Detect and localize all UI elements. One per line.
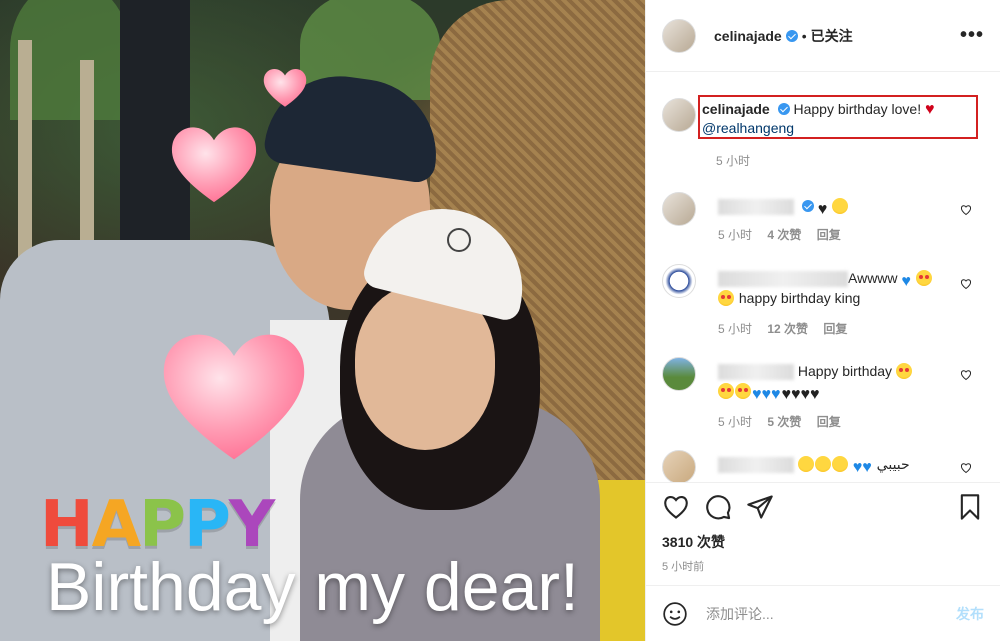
star-eyes-emoji-icon: [895, 363, 912, 379]
emoji-icon: [831, 456, 848, 472]
blurred-username: [718, 364, 794, 381]
blue-heart-icon: ♥♥: [852, 459, 872, 476]
reply-button[interactable]: 回复: [823, 322, 847, 336]
comment-time[interactable]: 5 小时: [718, 415, 752, 429]
like-comment-icon[interactable]: [960, 204, 972, 216]
separator-dot: •: [801, 27, 807, 44]
like-comment-icon[interactable]: [960, 462, 972, 474]
comment-meta: 5 小时 4 次赞 回复: [718, 226, 853, 243]
avatar[interactable]: [662, 357, 696, 391]
comment-text: ♥: [718, 196, 954, 218]
avatar[interactable]: [662, 264, 696, 298]
comment-body: Awwww: [848, 270, 898, 286]
heart-sticker: [262, 66, 308, 108]
bookmark-icon[interactable]: [956, 493, 984, 521]
comment-meta: 5 小时 12 次赞 回复: [718, 320, 859, 337]
comment-item: Awwww ♥ happy birthday king 5 小时 12 次赞 回…: [662, 264, 984, 336]
caption-username[interactable]: celinajade: [702, 101, 770, 117]
comment-likes[interactable]: 4 次赞: [767, 228, 801, 242]
mention-link[interactable]: @realhangeng: [702, 120, 794, 136]
heart-sticker: [168, 122, 260, 204]
heart-sticker: [158, 325, 310, 463]
birthday-text: Birthday my dear!: [46, 549, 579, 625]
star-eyes-emoji-icon: [718, 290, 734, 306]
comment-likes[interactable]: 12 次赞: [767, 322, 808, 336]
star-eyes-emoji-icon: [915, 270, 932, 286]
caption: celinajade Happy birthday love! ♥ @realh…: [702, 100, 972, 138]
comment-bubble-icon[interactable]: [704, 493, 732, 521]
header-username[interactable]: celinajade: [714, 28, 782, 44]
comment-text: Awwww ♥ happy birthday king: [718, 268, 954, 308]
avatar[interactable]: [662, 192, 696, 226]
blue-heart-icon: ♥♥♥: [752, 386, 781, 403]
palm-trunk: [18, 40, 32, 260]
caption-text: Happy birthday love!: [793, 101, 922, 117]
star-eyes-emoji-icon: [735, 383, 751, 399]
star-eyes-emoji-icon: [718, 383, 734, 399]
post-comment-button[interactable]: 发布: [956, 604, 984, 624]
post-time[interactable]: 5 小时前: [662, 558, 704, 574]
blurred-username: [718, 199, 794, 216]
reply-button[interactable]: 回复: [817, 228, 841, 242]
follow-button[interactable]: 已关注: [811, 26, 853, 46]
post-header: celinajade • 已关注 •••: [646, 0, 1000, 72]
black-heart-icon: ♥♥♥♥: [781, 386, 820, 403]
red-heart-icon: ♥: [925, 101, 935, 118]
comment-item: ♥♥ حبيبي: [662, 450, 984, 482]
comment-item: ♥ 5 小时 4 次赞 回复: [662, 192, 984, 252]
emoji-smile-icon[interactable]: [662, 601, 688, 627]
share-send-icon[interactable]: [746, 493, 774, 521]
more-options-icon[interactable]: •••: [960, 24, 984, 47]
comment-text: ♥♥ حبيبي: [718, 454, 954, 476]
verified-badge-icon: [785, 29, 798, 42]
emoji-icon: [797, 456, 814, 472]
add-comment-bar: 添加评论... 发布: [646, 585, 1000, 641]
avatar[interactable]: [662, 98, 696, 132]
black-heart-icon: ♥: [817, 201, 828, 218]
blue-heart-icon: ♥: [901, 273, 911, 290]
blurred-username: [718, 457, 794, 474]
comment-meta: 5 小时 5 次赞 回复: [718, 413, 853, 430]
comment-body: Happy birthday: [797, 363, 893, 379]
post-side-panel: celinajade • 已关注 ••• celinajade Happy bi…: [645, 0, 1000, 641]
avatar[interactable]: [662, 18, 696, 53]
comment-text: Happy birthday ♥♥♥♥♥♥♥: [718, 361, 954, 403]
post-actions: [646, 482, 1000, 530]
post-photo[interactable]: HAPPY Birthday my dear!: [0, 0, 645, 641]
comment-likes[interactable]: 5 次赞: [767, 415, 801, 429]
comment-body-line2: happy birthday king: [738, 290, 861, 306]
avatar[interactable]: [662, 450, 696, 482]
comment-body: حبيبي: [876, 456, 910, 472]
verified-badge-icon: [777, 103, 790, 115]
blurred-username: [718, 271, 848, 288]
like-comment-icon[interactable]: [960, 369, 972, 381]
like-comment-icon[interactable]: [960, 278, 972, 290]
comment-input[interactable]: 添加评论...: [706, 604, 774, 624]
reply-button[interactable]: 回复: [817, 415, 841, 429]
comments-list[interactable]: celinajade Happy birthday love! ♥ @realh…: [646, 72, 1000, 482]
caption-time[interactable]: 5 小时: [716, 152, 750, 169]
palm-trunk: [80, 60, 94, 260]
comment-time[interactable]: 5 小时: [718, 322, 752, 336]
emoji-icon: [814, 456, 831, 472]
verified-badge-icon: [801, 200, 814, 212]
comment-time[interactable]: 5 小时: [718, 228, 752, 242]
likes-count[interactable]: 3810 次赞: [662, 532, 725, 552]
cap-logo: [447, 228, 471, 252]
comment-item: Happy birthday ♥♥♥♥♥♥♥ 5 小时 5 次赞 回复: [662, 357, 984, 429]
emoji-icon: [832, 198, 849, 214]
like-heart-icon[interactable]: [662, 493, 690, 521]
